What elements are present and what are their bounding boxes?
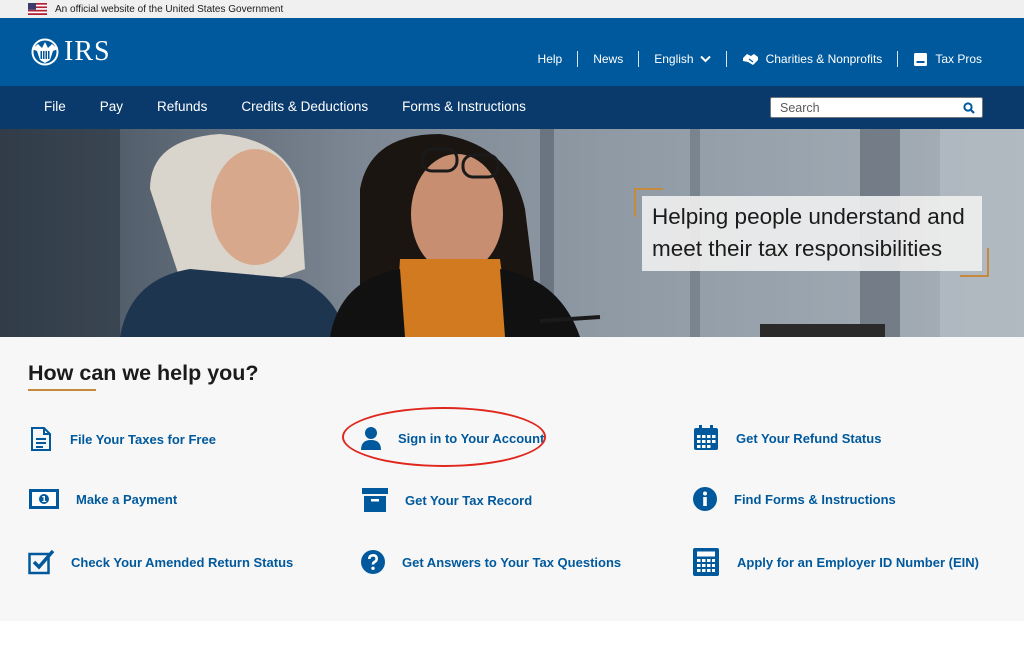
nav-forms-instructions[interactable]: Forms & Instructions: [402, 99, 526, 114]
charities-nonprofits-label: Charities & Nonprofits: [765, 52, 883, 66]
logo-wordmark: IRS: [64, 36, 111, 67]
tax-record-label: Get Your Tax Record: [405, 492, 533, 508]
news-link-label: News: [593, 52, 624, 66]
nav-credits-deductions[interactable]: Credits & Deductions: [241, 99, 368, 114]
archive-box-icon: [362, 488, 388, 512]
utility-nav: Help News English Charities & Nonprofits: [538, 50, 982, 68]
file-taxes-free-label: File Your Taxes for Free: [70, 431, 216, 447]
tax-pros-label: Tax Pros: [935, 52, 982, 66]
make-payment-link[interactable]: 1 Make a Payment: [28, 488, 177, 510]
tax-record-link[interactable]: Get Your Tax Record: [362, 488, 532, 512]
us-flag-icon: [28, 3, 47, 15]
info-icon: [693, 487, 717, 511]
main-nav: File Pay Refunds Credits & Deductions Fo…: [0, 86, 1024, 129]
nav-pay[interactable]: Pay: [100, 99, 123, 114]
amended-return-link[interactable]: Check Your Amended Return Status: [28, 549, 293, 575]
charities-nonprofits-link[interactable]: Charities & Nonprofits: [742, 52, 883, 66]
calculator-icon: [693, 548, 719, 576]
question-icon: [361, 550, 385, 574]
checkbox-icon: [28, 549, 55, 575]
title-underline: [28, 389, 96, 391]
search-box: [770, 97, 983, 118]
tax-questions-label: Get Answers to Your Tax Questions: [402, 554, 622, 570]
calendar-icon: [694, 425, 718, 450]
divider: [725, 51, 727, 67]
refund-status-label: Get Your Refund Status: [736, 430, 882, 446]
gov-banner: An official website of the United States…: [0, 0, 1024, 18]
search-icon[interactable]: [963, 102, 975, 114]
divider: [897, 51, 899, 67]
find-forms-label: Find Forms & Instructions: [734, 491, 896, 507]
help-link-label: Help: [537, 52, 563, 66]
search-input[interactable]: [771, 98, 961, 117]
nav-refunds[interactable]: Refunds: [157, 99, 207, 114]
chevron-down-icon: [699, 55, 711, 63]
annotation-circle: [342, 407, 546, 467]
handshake-icon: [742, 54, 758, 65]
news-link[interactable]: News: [593, 52, 623, 66]
site-header: IRS Help News English Charities & Nonpro…: [0, 18, 1024, 86]
gov-banner-text: An official website of the United States…: [55, 3, 284, 15]
hero-banner: Helping people understand and meet their…: [0, 129, 1024, 337]
make-payment-label: Make a Payment: [76, 491, 178, 507]
language-selector[interactable]: English: [654, 52, 711, 66]
help-section: How can we help you? File Your Taxes for…: [0, 337, 1024, 621]
employer-id-link[interactable]: Apply for an Employer ID Number (EIN): [693, 548, 979, 576]
nav-file[interactable]: File: [44, 99, 66, 114]
tax-questions-link[interactable]: Get Answers to Your Tax Questions: [361, 550, 621, 574]
help-link[interactable]: Help: [538, 52, 563, 66]
svg-text:1: 1: [41, 495, 47, 504]
page-bottom-spacer: [0, 621, 1024, 658]
hero-tagline: Helping people understand and meet their…: [652, 204, 965, 261]
amended-return-label: Check Your Amended Return Status: [71, 554, 294, 570]
language-label: English: [654, 52, 694, 66]
irs-logo[interactable]: IRS: [28, 38, 111, 66]
main-nav-items: File Pay Refunds Credits & Deductions Fo…: [44, 99, 560, 114]
eagle-emblem-icon: [31, 38, 59, 66]
divider: [577, 51, 579, 67]
briefcase-icon: [914, 52, 928, 66]
employer-id-label: Apply for an Employer ID Number (EIN): [737, 554, 979, 570]
file-taxes-free-link[interactable]: File Your Taxes for Free: [28, 426, 216, 452]
divider: [638, 51, 640, 67]
tax-pros-link[interactable]: Tax Pros: [913, 52, 982, 67]
refund-status-link[interactable]: Get Your Refund Status: [693, 425, 881, 451]
help-section-title: How can we help you?: [28, 361, 259, 385]
money-icon: 1: [29, 489, 59, 509]
document-icon: [31, 427, 51, 451]
find-forms-link[interactable]: Find Forms & Instructions: [693, 487, 896, 511]
